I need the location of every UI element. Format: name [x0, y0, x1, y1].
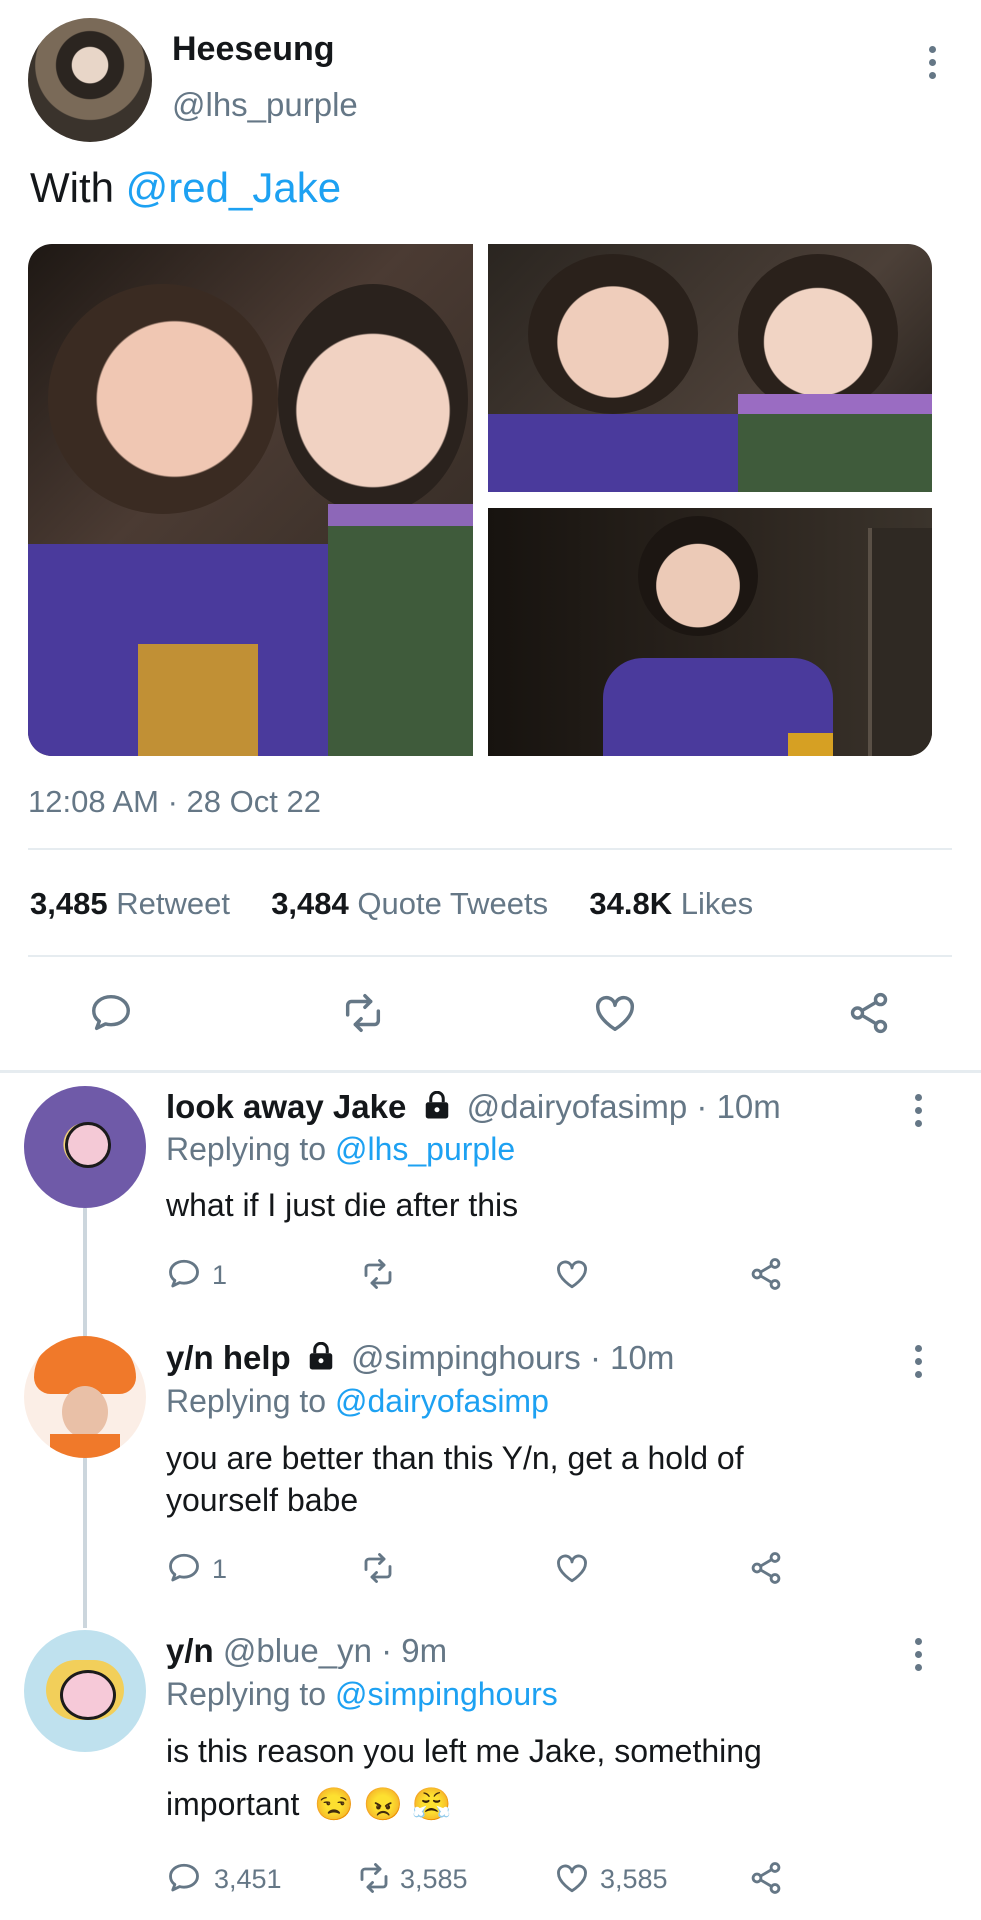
angry-emoji: 😠 [363, 1786, 403, 1822]
reply-header: y/n @blue_yn · 9m [166, 1632, 447, 1670]
retweet-icon[interactable] [360, 1256, 396, 1292]
reply-icon[interactable] [88, 990, 134, 1036]
divider-top [28, 848, 952, 850]
reply-more-icon[interactable] [911, 1638, 925, 1671]
reply-text-word: important [166, 1786, 300, 1822]
author-handle[interactable]: @lhs_purple [172, 86, 358, 124]
reply-text-line-2: yourself babe [166, 1482, 359, 1518]
reply-more-icon[interactable] [911, 1094, 925, 1127]
retweet-count: 3,585 [400, 1864, 468, 1894]
divider-bottom [28, 955, 952, 957]
retweet-stat[interactable]: 3,485 Retweet [30, 886, 239, 921]
photo3-subject [638, 516, 758, 636]
reply-header: y/n help @simpinghours · 10m [166, 1339, 674, 1377]
replying-to-link[interactable]: @dairyofasimp [335, 1383, 549, 1419]
avatar-face [62, 1386, 108, 1438]
photo2-subject-left [528, 254, 698, 414]
lock-icon [309, 1341, 333, 1370]
share-icon[interactable] [846, 990, 892, 1036]
reply-avatar[interactable] [24, 1336, 146, 1458]
tweet-stats: 3,485 Retweet 3,484 Quote Tweets 34.8K L… [30, 886, 753, 922]
replying-to: Replying to @lhs_purple [166, 1131, 515, 1168]
reply-count: 3,451 [214, 1864, 282, 1894]
reply-handle-time[interactable]: @blue_yn · 9m [223, 1632, 447, 1669]
photo2-subject-right [738, 254, 898, 414]
reply-avatar[interactable] [24, 1630, 146, 1752]
quote-count: 3,484 [271, 886, 349, 921]
like-icon[interactable] [554, 1256, 590, 1292]
photo3-hoodie-stripe [788, 733, 833, 756]
reply-count: 1 [212, 1554, 228, 1584]
likes-stat[interactable]: 34.8K Likes [589, 886, 753, 921]
reply-more-icon[interactable] [911, 1345, 925, 1378]
author-display-name[interactable]: Heeseung [172, 30, 335, 69]
replying-to-link[interactable]: @simpinghours [335, 1676, 558, 1712]
replying-to-prefix: Replying to [166, 1676, 327, 1712]
reply-display-name[interactable]: y/n [166, 1632, 214, 1669]
avatar-face [65, 1122, 111, 1168]
unamused-emoji: 😒 [314, 1786, 355, 1822]
reply-display-name[interactable]: y/n help [166, 1339, 291, 1376]
replying-to-prefix: Replying to [166, 1131, 327, 1167]
reply-handle-time[interactable]: @simpinghours · 10m [351, 1339, 674, 1376]
photo2-hoodie [488, 414, 738, 492]
tweet-photo-3[interactable] [488, 508, 932, 756]
reply-icon[interactable] [166, 1860, 202, 1896]
replying-to: Replying to @simpinghours [166, 1676, 558, 1713]
photo-subject-left [48, 284, 278, 514]
tweet-text-prefix: With [30, 164, 114, 211]
reply-count: 1 [212, 1260, 228, 1290]
replying-to: Replying to @dairyofasimp [166, 1383, 549, 1420]
retweet-icon[interactable] [340, 990, 386, 1036]
reply-icon[interactable] [166, 1256, 202, 1292]
share-icon[interactable] [748, 1550, 784, 1586]
section-divider [0, 1070, 981, 1073]
retweet-label: Retweet [116, 886, 230, 921]
author-avatar[interactable] [28, 18, 152, 142]
tweet-photo-2[interactable] [488, 244, 932, 492]
photo3-door [868, 528, 932, 756]
photo-subject-right [278, 284, 468, 514]
reply-text-line-2: important 😒 😠 😤 [166, 1785, 452, 1823]
avatar-face [60, 1670, 116, 1720]
like-icon[interactable] [554, 1550, 590, 1586]
more-options-icon[interactable] [925, 46, 939, 79]
retweet-icon[interactable] [356, 1860, 392, 1896]
tweet-mention-link[interactable]: @red_Jake [126, 164, 341, 211]
retweet-count: 3,485 [30, 886, 108, 921]
reply-text-line-1: you are better than this Y/n, get a hold… [166, 1440, 744, 1476]
avatar-shirt [50, 1434, 120, 1458]
likes-label: Likes [680, 886, 754, 921]
likes-count: 34.8K [589, 886, 673, 921]
like-icon[interactable] [592, 990, 638, 1036]
replying-to-prefix: Replying to [166, 1383, 327, 1419]
like-count: 3,585 [600, 1864, 668, 1894]
reply-handle-time[interactable]: @dairyofasimp · 10m [467, 1088, 781, 1125]
lock-icon [425, 1090, 448, 1119]
reply-icon[interactable] [166, 1550, 202, 1586]
photo2-sweater [738, 394, 932, 492]
tweet-timestamp[interactable]: 12:08 AM · 28 Oct 22 [28, 784, 321, 820]
retweet-icon[interactable] [360, 1550, 396, 1586]
replying-to-link[interactable]: @lhs_purple [335, 1131, 515, 1167]
share-icon[interactable] [748, 1256, 784, 1292]
reply-text: what if I just die after this [166, 1187, 519, 1223]
quote-stat[interactable]: 3,484 Quote Tweets [271, 886, 557, 921]
tweet-text: With @red_Jake [30, 164, 341, 212]
photo-sweater-green [328, 504, 473, 756]
like-icon[interactable] [554, 1860, 590, 1896]
share-icon[interactable] [748, 1860, 784, 1896]
reply-avatar[interactable] [24, 1086, 146, 1208]
reply-text-line-1: is this reason you left me Jake, somethi… [166, 1733, 762, 1769]
reply-header: look away Jake @dairyofasimp · 10m [166, 1088, 781, 1126]
reply-display-name[interactable]: look away Jake [166, 1088, 406, 1125]
photo-jersey-number [138, 644, 258, 756]
triumph-emoji: 😤 [411, 1786, 452, 1822]
tweet-photo-1[interactable] [28, 244, 473, 756]
quote-label: Quote Tweets [357, 886, 549, 921]
